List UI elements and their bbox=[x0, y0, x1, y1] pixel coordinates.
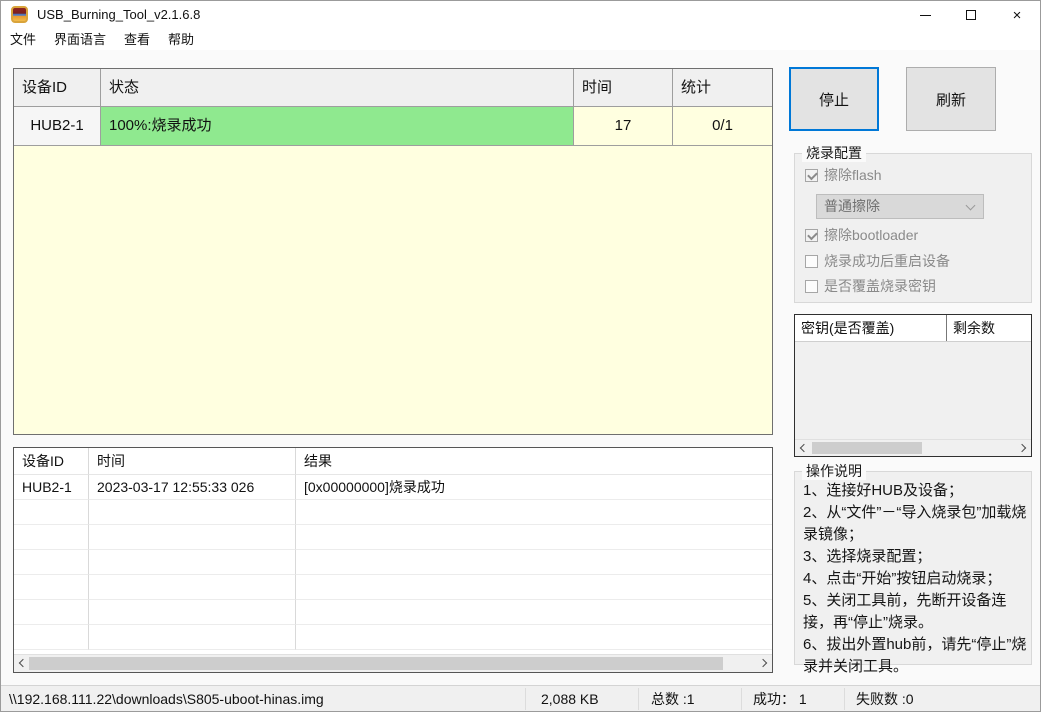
title-bar: USB_Burning_Tool_v2.1.6.8 × bbox=[1, 1, 1040, 29]
reboot-after-success-label: 烧录成功后重启设备 bbox=[824, 253, 950, 269]
instruction-line: 5、关闭工具前，先断开设备连接，再“停止”烧录。 bbox=[803, 592, 1007, 631]
status-divider bbox=[741, 688, 742, 710]
window-controls: × bbox=[902, 1, 1040, 29]
device-table-header: 设备ID 状态 时间 统计 bbox=[14, 69, 772, 107]
reboot-after-success-row: 烧录成功后重启设备 bbox=[805, 252, 950, 270]
device-time-cell: 17 bbox=[574, 107, 673, 146]
key-table-header-key: 密钥(是否覆盖) bbox=[795, 315, 947, 341]
chevron-down-icon bbox=[965, 200, 976, 211]
instructions-group: 操作说明 1、连接好HUB及设备； 2、从“文件”－“导入烧录包”加载烧录镜像；… bbox=[794, 463, 1032, 675]
erase-bootloader-row: 擦除bootloader bbox=[805, 226, 918, 244]
menu-view[interactable]: 查看 bbox=[115, 29, 159, 50]
log-table: 设备ID 时间 结果 HUB2-1 2023-03-17 12:55:33 02… bbox=[13, 447, 773, 673]
device-table-header-device-id: 设备ID bbox=[14, 69, 101, 107]
status-success: 成功： 1 bbox=[753, 691, 807, 707]
burn-config-group: 烧录配置 擦除flash 普通擦除 擦除bootloader 烧录成功后重启设备… bbox=[794, 145, 1032, 303]
maximize-icon bbox=[966, 10, 976, 20]
app-window: USB_Burning_Tool_v2.1.6.8 × 文件 界面语言 查看 帮… bbox=[0, 0, 1041, 712]
menu-help[interactable]: 帮助 bbox=[159, 29, 203, 50]
log-empty-row bbox=[14, 625, 772, 650]
erase-bootloader-checkbox[interactable] bbox=[805, 228, 818, 242]
log-header-device-id: 设备ID bbox=[14, 448, 89, 475]
log-empty-row bbox=[14, 500, 772, 525]
menu-bar: 文件 界面语言 查看 帮助 bbox=[1, 29, 1040, 50]
device-table-header-time: 时间 bbox=[574, 69, 673, 107]
device-stats-cell: 0/1 bbox=[673, 107, 772, 146]
log-empty-row bbox=[14, 525, 772, 550]
stop-button[interactable]: 停止 bbox=[789, 67, 879, 131]
overwrite-burn-key-checkbox[interactable] bbox=[805, 279, 818, 293]
scroll-right-icon[interactable] bbox=[1017, 443, 1027, 453]
log-empty-row bbox=[14, 550, 772, 575]
instruction-line: 6、拔出外置hub前，请先“停止”烧录并关闭工具。 bbox=[803, 636, 1027, 675]
refresh-button[interactable]: 刷新 bbox=[906, 67, 996, 131]
maximize-button[interactable] bbox=[948, 1, 994, 29]
log-time-cell: 2023-03-17 12:55:33 026 bbox=[89, 475, 296, 500]
device-id-cell: HUB2-1 bbox=[14, 107, 101, 146]
key-table-scrollbar[interactable] bbox=[795, 439, 1031, 456]
close-button[interactable]: × bbox=[994, 1, 1040, 29]
burn-config-title: 烧录配置 bbox=[802, 145, 866, 162]
minimize-button[interactable] bbox=[902, 1, 948, 29]
instruction-line: 4、点击“开始”按钮启动烧录； bbox=[803, 570, 1002, 587]
reboot-after-success-checkbox[interactable] bbox=[805, 254, 818, 268]
minimize-icon bbox=[919, 14, 931, 16]
log-result-cell: [0x00000000]烧录成功 bbox=[296, 475, 772, 500]
erase-mode-dropdown[interactable]: 普通擦除 bbox=[816, 194, 984, 219]
status-total: 总数 :1 bbox=[651, 691, 695, 707]
scroll-left-icon[interactable] bbox=[799, 443, 809, 453]
instruction-line: 2、从“文件”－“导入烧录包”加载烧录镜像； bbox=[803, 504, 1027, 543]
instruction-line: 1、连接好HUB及设备； bbox=[803, 482, 964, 499]
status-failed: 失败数 :0 bbox=[856, 691, 914, 707]
erase-flash-label: 擦除flash bbox=[824, 167, 882, 183]
scroll-left-icon[interactable] bbox=[18, 658, 28, 668]
instructions-title: 操作说明 bbox=[802, 463, 866, 480]
scrollbar-thumb[interactable] bbox=[812, 442, 922, 454]
key-table-body bbox=[795, 342, 1031, 413]
status-bar: \\192.168.111.22\downloads\S805-uboot-hi… bbox=[1, 685, 1040, 711]
key-table: 密钥(是否覆盖) 剩余数 bbox=[794, 314, 1032, 457]
scroll-right-icon[interactable] bbox=[758, 658, 768, 668]
device-table: 设备ID 状态 时间 统计 HUB2-1 100%:烧录成功 17 0/1 bbox=[13, 68, 773, 435]
status-divider bbox=[638, 688, 639, 710]
window-title: USB_Burning_Tool_v2.1.6.8 bbox=[37, 7, 201, 22]
instructions-body: 1、连接好HUB及设备； 2、从“文件”－“导入烧录包”加载烧录镜像； 3、选择… bbox=[795, 472, 1031, 678]
instruction-line: 3、选择烧录配置； bbox=[803, 548, 932, 565]
menu-language[interactable]: 界面语言 bbox=[45, 29, 115, 50]
status-file-size: 2,088 KB bbox=[541, 691, 599, 707]
device-status-cell: 100%:烧录成功 bbox=[101, 107, 574, 146]
key-table-header: 密钥(是否覆盖) 剩余数 bbox=[795, 315, 1031, 342]
menu-file[interactable]: 文件 bbox=[1, 29, 45, 50]
device-table-header-stats: 统计 bbox=[673, 69, 772, 107]
app-logo-icon bbox=[11, 6, 28, 23]
key-table-header-remaining: 剩余数 bbox=[953, 320, 995, 336]
log-row[interactable]: HUB2-1 2023-03-17 12:55:33 026 [0x000000… bbox=[14, 475, 772, 500]
log-empty-row bbox=[14, 600, 772, 625]
status-file-path: \\192.168.111.22\downloads\S805-uboot-hi… bbox=[9, 691, 324, 707]
log-header-time: 时间 bbox=[89, 448, 296, 475]
log-table-scrollbar[interactable] bbox=[14, 654, 772, 672]
erase-mode-value: 普通擦除 bbox=[824, 198, 880, 214]
erase-flash-row: 擦除flash bbox=[805, 166, 882, 184]
log-empty-row bbox=[14, 575, 772, 600]
device-table-header-status: 状态 bbox=[101, 69, 574, 107]
erase-bootloader-label: 擦除bootloader bbox=[824, 227, 919, 243]
erase-flash-checkbox[interactable] bbox=[805, 168, 818, 182]
status-divider bbox=[844, 688, 845, 710]
log-table-header: 设备ID 时间 结果 bbox=[14, 448, 772, 475]
overwrite-burn-key-row: 是否覆盖烧录密钥 bbox=[805, 277, 936, 295]
close-icon: × bbox=[1012, 6, 1022, 24]
device-row[interactable]: HUB2-1 100%:烧录成功 17 0/1 bbox=[14, 107, 772, 146]
log-header-result: 结果 bbox=[296, 448, 772, 475]
log-device-id-cell: HUB2-1 bbox=[14, 475, 89, 500]
overwrite-burn-key-label: 是否覆盖烧录密钥 bbox=[824, 278, 936, 294]
scrollbar-thumb[interactable] bbox=[29, 657, 723, 670]
status-divider bbox=[525, 688, 526, 710]
